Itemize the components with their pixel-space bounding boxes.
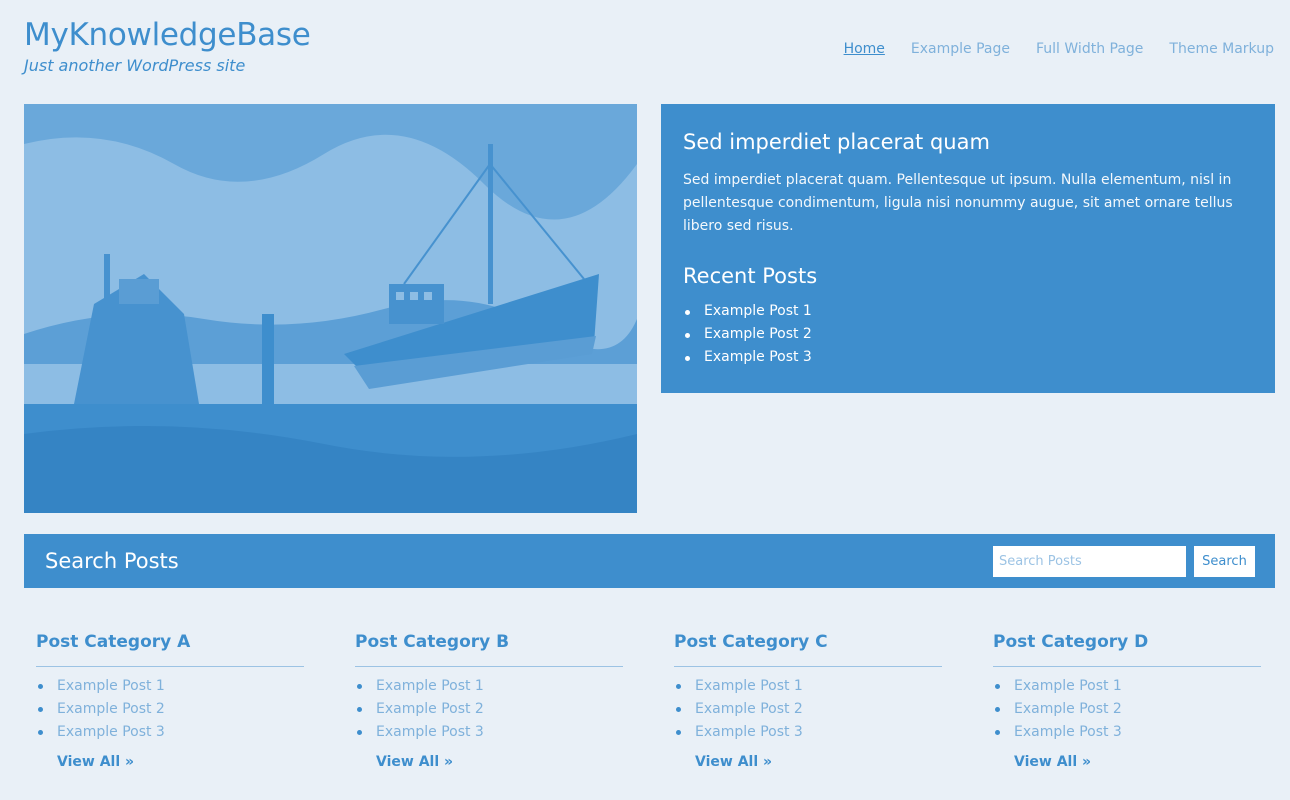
view-all-link[interactable]: View All » [57, 754, 134, 770]
site-tagline: Just another WordPress site [24, 56, 246, 75]
boats-in-harbor-image [24, 104, 637, 513]
site-header: MyKnowledgeBase Just another WordPress s… [24, 16, 311, 75]
search-button[interactable]: Search [1194, 545, 1255, 577]
recent-post-link[interactable]: Example Post 3 [683, 346, 1253, 369]
category-post-link[interactable]: Example Post 1 [674, 675, 942, 698]
category-title[interactable]: Post Category A [36, 632, 304, 667]
nav-item-home[interactable]: Home [844, 41, 885, 57]
search-bar: Search Posts Search [24, 534, 1275, 588]
category-title[interactable]: Post Category B [355, 632, 623, 667]
category-post-link[interactable]: Example Post 1 [36, 675, 304, 698]
category-post-link[interactable]: Example Post 3 [355, 721, 623, 744]
view-all-link[interactable]: View All » [695, 754, 772, 770]
main-nav: Home Example Page Full Width Page Theme … [844, 41, 1274, 57]
recent-posts-title: Recent Posts [683, 264, 818, 288]
category-post-link[interactable]: Example Post 2 [674, 698, 942, 721]
category-post-list: Example Post 1 Example Post 2 Example Po… [993, 675, 1261, 744]
category-post-link[interactable]: Example Post 3 [36, 721, 304, 744]
category-title[interactable]: Post Category D [993, 632, 1261, 667]
nav-item-example-page[interactable]: Example Page [911, 41, 1010, 57]
category-post-list: Example Post 1 Example Post 2 Example Po… [355, 675, 623, 744]
category-column: Post Category C Example Post 1 Example P… [674, 632, 942, 770]
recent-post-link[interactable]: Example Post 1 [683, 300, 1253, 323]
hero-panel: Sed imperdiet placerat quam Sed imperdie… [661, 104, 1275, 393]
category-post-list: Example Post 1 Example Post 2 Example Po… [36, 675, 304, 744]
category-post-link[interactable]: Example Post 1 [355, 675, 623, 698]
category-column: Post Category D Example Post 1 Example P… [993, 632, 1261, 770]
hero-text: Sed imperdiet placerat quam. Pellentesqu… [683, 172, 1233, 234]
view-all-link[interactable]: View All » [1014, 754, 1091, 770]
hero-title: Sed imperdiet placerat quam [683, 130, 990, 154]
hero-image [24, 104, 637, 513]
nav-item-theme-markup[interactable]: Theme Markup [1169, 41, 1274, 57]
view-all-link[interactable]: View All » [376, 754, 453, 770]
category-post-link[interactable]: Example Post 2 [36, 698, 304, 721]
categories-section: Post Category A Example Post 1 Example P… [36, 632, 1264, 770]
category-title[interactable]: Post Category C [674, 632, 942, 667]
nav-item-full-width-page[interactable]: Full Width Page [1036, 41, 1143, 57]
search-input[interactable] [993, 545, 1186, 577]
recent-post-link[interactable]: Example Post 2 [683, 323, 1253, 346]
category-post-link[interactable]: Example Post 2 [993, 698, 1261, 721]
category-post-link[interactable]: Example Post 3 [993, 721, 1261, 744]
site-title[interactable]: MyKnowledgeBase [24, 17, 311, 53]
category-column: Post Category A Example Post 1 Example P… [36, 632, 304, 770]
category-post-list: Example Post 1 Example Post 2 Example Po… [674, 675, 942, 744]
category-post-link[interactable]: Example Post 3 [674, 721, 942, 744]
category-column: Post Category B Example Post 1 Example P… [355, 632, 623, 770]
category-post-link[interactable]: Example Post 1 [993, 675, 1261, 698]
recent-posts-list: Example Post 1 Example Post 2 Example Po… [683, 300, 1253, 369]
search-title: Search Posts [45, 549, 179, 573]
category-post-link[interactable]: Example Post 2 [355, 698, 623, 721]
